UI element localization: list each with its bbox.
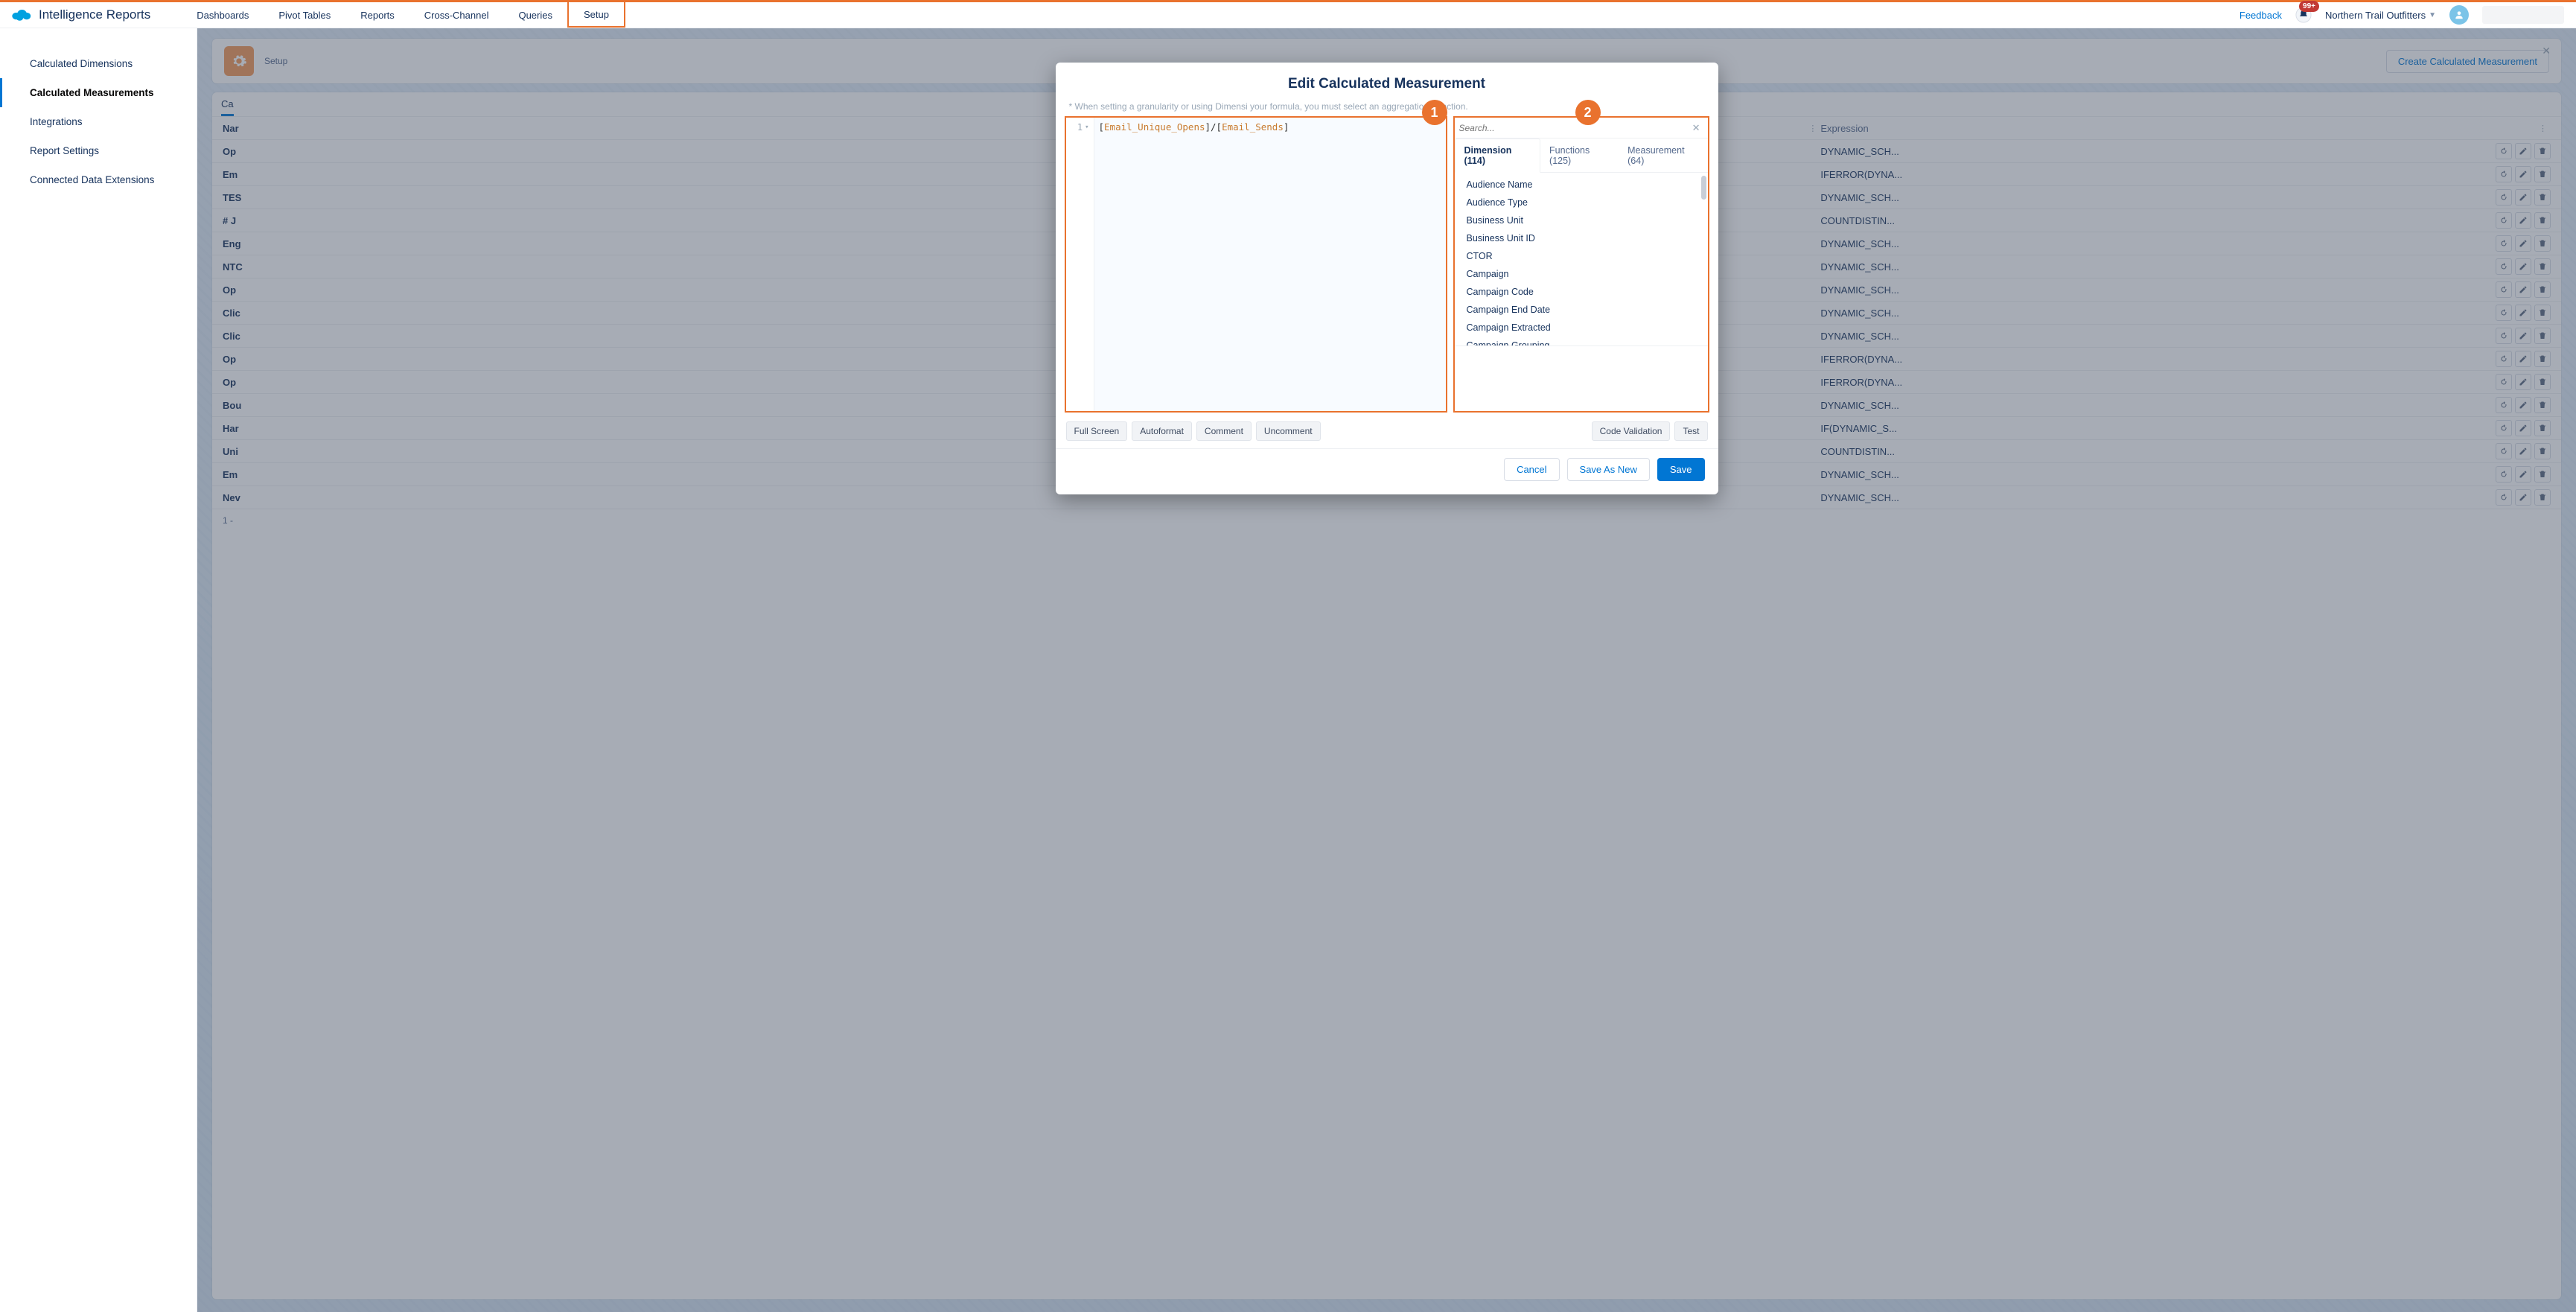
field-picker-tabs: Dimension (114) Functions (125) Measurem… <box>1455 138 1708 173</box>
nav-queries[interactable]: Queries <box>503 2 567 28</box>
editor-toolbar: Full Screen Autoformat Comment Uncomment… <box>1056 417 1718 448</box>
picker-item[interactable]: Campaign End Date <box>1455 301 1708 319</box>
picker-item[interactable]: Campaign Code <box>1455 283 1708 301</box>
main-area: Setup Create Calculated Measurement ✕ Ca… <box>197 28 2576 1312</box>
autoformat-button[interactable]: Autoformat <box>1132 421 1192 441</box>
modal-body: 1 1 ▾ [Email_Unique_Opens]/[Email_Sends]… <box>1056 116 1718 417</box>
body-wrap: Calculated Dimensions Calculated Measure… <box>0 28 2576 1312</box>
picker-item[interactable]: Campaign Grouping <box>1455 337 1708 345</box>
gutter-line-number: 1 <box>1077 122 1083 133</box>
fold-caret-icon[interactable]: ▾ <box>1085 124 1088 131</box>
formula-editor-pane: 1 1 ▾ [Email_Unique_Opens]/[Email_Sends] <box>1065 116 1447 413</box>
sidebar-item-report-settings[interactable]: Report Settings <box>0 136 197 165</box>
org-switcher[interactable]: Northern Trail Outfitters ▼ <box>2325 10 2436 21</box>
nav-reports[interactable]: Reports <box>345 2 409 28</box>
scrollbar-thumb[interactable] <box>1701 176 1706 200</box>
salesforce-logo-icon <box>10 7 31 22</box>
tab-functions[interactable]: Functions (125) <box>1540 138 1619 172</box>
nav-pivot-tables[interactable]: Pivot Tables <box>264 2 345 28</box>
picker-footer-spacer <box>1455 345 1708 411</box>
field-picker-list[interactable]: Audience NameAudience TypeBusiness UnitB… <box>1455 173 1708 345</box>
formula-editor[interactable]: [Email_Unique_Opens]/[Email_Sends] <box>1094 118 1446 411</box>
code-validation-button[interactable]: Code Validation <box>1592 421 1671 441</box>
formula-token-1: Email_Unique_Opens <box>1104 121 1205 133</box>
tab-measurement[interactable]: Measurement (64) <box>1619 138 1707 172</box>
clear-search-icon[interactable]: ✕ <box>1689 122 1703 134</box>
top-navigation: Intelligence Reports Dashboards Pivot Ta… <box>0 0 2576 28</box>
picker-item[interactable]: Audience Type <box>1455 194 1708 211</box>
org-name-label: Northern Trail Outfitters <box>2325 10 2426 21</box>
sidebar-item-integrations[interactable]: Integrations <box>0 107 197 136</box>
nav-setup[interactable]: Setup <box>567 0 625 28</box>
notification-badge: 99+ <box>2299 1 2319 12</box>
cancel-button[interactable]: Cancel <box>1504 458 1559 481</box>
top-right-region: Feedback 99+ Northern Trail Outfitters ▼ <box>2239 5 2570 25</box>
modal-footer: Cancel Save As New Save <box>1056 448 1718 494</box>
nav-cross-channel[interactable]: Cross-Channel <box>409 2 504 28</box>
sidebar-item-calculated-dimensions[interactable]: Calculated Dimensions <box>0 49 197 78</box>
uncomment-button[interactable]: Uncomment <box>1256 421 1321 441</box>
feedback-link[interactable]: Feedback <box>2239 10 2282 21</box>
app-title: Intelligence Reports <box>39 7 150 22</box>
callout-2: 2 <box>1575 100 1601 125</box>
picker-item[interactable]: Audience Name <box>1455 176 1708 194</box>
callout-1: 1 <box>1422 100 1447 125</box>
picker-item[interactable]: CTOR <box>1455 247 1708 265</box>
notification-bell-icon[interactable]: 99+ <box>2295 7 2312 23</box>
modal-note: * When setting a granularity or using Di… <box>1056 98 1718 116</box>
chevron-down-icon: ▼ <box>2429 11 2436 19</box>
picker-item[interactable]: Business Unit ID <box>1455 229 1708 247</box>
user-avatar[interactable] <box>2449 5 2469 25</box>
save-button[interactable]: Save <box>1657 458 1705 481</box>
comment-button[interactable]: Comment <box>1196 421 1252 441</box>
picker-item[interactable]: Campaign <box>1455 265 1708 283</box>
sidebar-item-calculated-measurements[interactable]: Calculated Measurements <box>0 78 197 107</box>
test-button[interactable]: Test <box>1674 421 1707 441</box>
global-search-input[interactable] <box>2482 6 2564 24</box>
save-as-new-button[interactable]: Save As New <box>1567 458 1650 481</box>
formula-token-2: Email_Sends <box>1222 121 1284 133</box>
editor-gutter: 1 ▾ <box>1066 118 1094 411</box>
nav-dashboards[interactable]: Dashboards <box>182 2 264 28</box>
modal-title: Edit Calculated Measurement <box>1056 63 1718 98</box>
field-search-input[interactable] <box>1459 123 1689 133</box>
main-nav: Dashboards Pivot Tables Reports Cross-Ch… <box>182 2 625 28</box>
setup-sidebar: Calculated Dimensions Calculated Measure… <box>0 28 197 1312</box>
tab-dimension[interactable]: Dimension (114) <box>1455 138 1541 173</box>
picker-item[interactable]: Business Unit <box>1455 211 1708 229</box>
field-picker-pane: 2 ✕ Dimension (114) Functions (125) Meas… <box>1453 116 1709 413</box>
edit-calculated-measurement-modal: Edit Calculated Measurement * When setti… <box>1056 63 1718 494</box>
sidebar-item-connected-data-extensions[interactable]: Connected Data Extensions <box>0 165 197 194</box>
picker-item[interactable]: Campaign Extracted <box>1455 319 1708 337</box>
full-screen-button[interactable]: Full Screen <box>1066 421 1128 441</box>
